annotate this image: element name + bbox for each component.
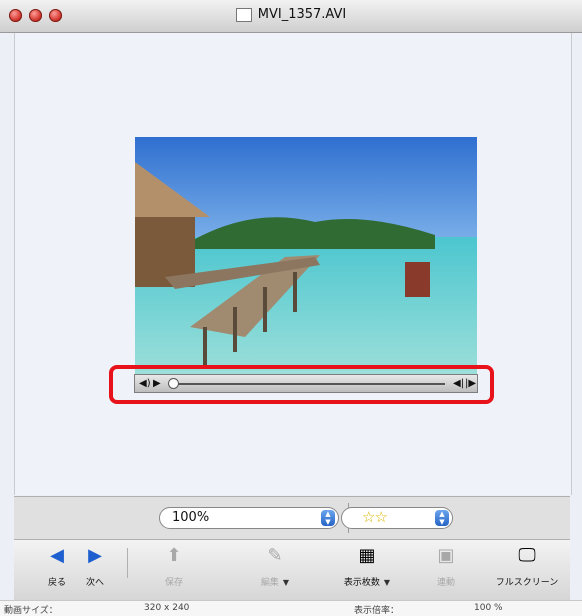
edit-icon: ✎ (267, 545, 283, 566)
save-button[interactable]: ⬆ 保存 (154, 544, 194, 590)
window-title: MVI_1357.AVI (0, 7, 582, 22)
chevron-down-icon: ▼ (282, 578, 290, 587)
window-title-text: MVI_1357.AVI (257, 7, 347, 22)
zoom-value: 100 % (474, 603, 503, 613)
selector-bar: 100% ▲ ▼ ☆☆ ▲ ▼ (14, 496, 570, 540)
edit-label: 編集 ▼ (260, 578, 290, 588)
popup-arrows-icon: ▲ ▼ (321, 510, 335, 526)
rating-stars-icon: ☆☆ (362, 508, 388, 526)
highlight-annotation (109, 365, 494, 404)
zoom-select-value: 100% (172, 510, 210, 525)
next-button[interactable]: ▶ 次へ (80, 544, 110, 590)
video-size-value: 320 x 240 (144, 603, 190, 613)
video-frame (135, 137, 477, 379)
zoom-label: 表示倍率： (354, 606, 400, 616)
bottom-toolbar: ◀ 戻る ▶ 次へ ⬆ 保存 ✎ 編集 ▼ ▦ 表示枚数 ▼ ▣ 連動 🖵 フルスク… (14, 540, 570, 600)
back-button[interactable]: ◀ 戻る (42, 544, 72, 590)
display-count-label: 表示枚数 ▼ (343, 578, 391, 588)
back-arrow-icon: ◀ (50, 545, 64, 566)
sync-button[interactable]: ▣ 連動 (426, 544, 466, 590)
fullscreen-label: フルスクリーン (495, 578, 559, 588)
popup-arrows-icon: ▲ ▼ (435, 510, 449, 526)
chevron-down-icon: ▼ (383, 578, 391, 587)
save-label: 保存 (164, 578, 183, 588)
grid-icon: ▦ (358, 545, 376, 566)
monitor-icon: 🖵 (518, 545, 536, 566)
rating-select[interactable]: ☆☆ ▲ ▼ (341, 507, 453, 529)
video-size-label: 動画サイズ： (4, 606, 58, 616)
next-label: 次へ (85, 578, 104, 588)
save-icon: ⬆ (166, 545, 182, 566)
status-bar: 動画サイズ： 320 x 240 表示倍率： 100 % (0, 600, 582, 616)
fullscreen-button[interactable]: 🖵 フルスクリーン (492, 544, 562, 590)
toolbar-separator (127, 548, 128, 578)
zoom-select[interactable]: 100% ▲ ▼ (159, 507, 339, 529)
movie-file-icon (235, 7, 252, 22)
sync-label: 連動 (436, 578, 455, 588)
edit-button[interactable]: ✎ 編集 ▼ (240, 544, 310, 590)
display-count-button[interactable]: ▦ 表示枚数 ▼ (328, 544, 406, 590)
next-arrow-icon: ▶ (88, 545, 102, 566)
back-label: 戻る (47, 578, 66, 588)
sync-icon: ▣ (437, 545, 455, 566)
title-bar: MVI_1357.AVI (0, 0, 582, 33)
app-window: MVI_1357.AVI ◀) ▶ ◀| |▶ 100% ▲ ▼ ☆☆ ▲ ▼ … (0, 0, 582, 616)
